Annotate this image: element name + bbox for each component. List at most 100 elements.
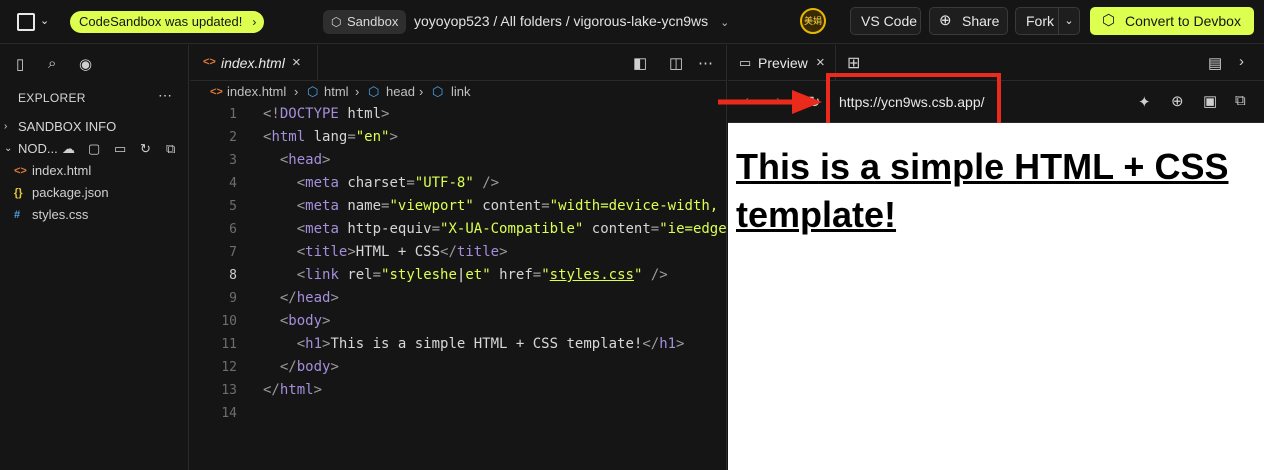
open-external-icon[interactable]: ⧉ — [1235, 92, 1246, 109]
code-text: <!DOCTYPE html> — [263, 106, 390, 122]
refresh-icon[interactable]: ↻ — [140, 138, 151, 160]
annotation-arrow-icon — [718, 90, 822, 114]
code-line: 5 <meta name="viewport" content="width=d… — [190, 195, 727, 218]
node-section[interactable]: ⌄ NOD... ☁ ▢ ▭ ↻ ⧉ — [0, 138, 189, 160]
project-breadcrumb[interactable]: yoyoyop523 / All folders / vigorous-lake… — [414, 13, 729, 29]
code-line: 10 <body> — [190, 310, 727, 333]
fork-button-label: Fork — [1026, 13, 1054, 29]
more-options-icon[interactable]: ⋯ — [698, 54, 713, 72]
avatar-text: 美娟 — [803, 16, 822, 26]
chevron-down-icon[interactable]: ⌄ — [40, 14, 49, 27]
new-folder-icon[interactable]: ▭ — [114, 138, 126, 160]
code-line: 3 <head> — [190, 149, 727, 172]
tab-label: index.html — [221, 55, 285, 71]
file-item-styles-css[interactable]: # styles.css — [0, 204, 189, 226]
sparkle-icon[interactable]: ✦ — [1138, 93, 1151, 111]
chevron-right-icon: › — [252, 15, 257, 29]
code-text: <meta charset="UTF-8" /> — [296, 175, 500, 191]
fork-dropdown-button[interactable]: ⌄ — [1058, 7, 1080, 35]
line-number: 2 — [229, 130, 237, 145]
editor-tab-bar: <> index.html × ◧ ◫ ⋯ — [190, 45, 727, 81]
line-number: 6 — [229, 222, 237, 237]
line-number: 10 — [221, 314, 237, 329]
cube-icon: ⬡ — [331, 15, 342, 29]
split-editor-icon[interactable]: ◫ — [669, 54, 683, 72]
html-file-icon: <> — [210, 86, 223, 98]
code-text: </body> — [279, 359, 339, 375]
element-icon: ⬡ — [432, 84, 444, 99]
line-number: 9 — [229, 291, 237, 306]
chevron-right-icon[interactable]: › — [1239, 53, 1244, 70]
json-file-icon: {} — [14, 187, 23, 199]
collapse-all-icon[interactable]: ⧉ — [166, 138, 175, 160]
code-text: <meta name="viewport" content="width=dev… — [296, 198, 727, 214]
code-editor: <> index.html × ◧ ◫ ⋯ <> index.html › ⬡ … — [190, 45, 727, 470]
crosshair-icon[interactable]: ⊕ — [1171, 92, 1184, 110]
fork-button[interactable]: Fork — [1015, 7, 1059, 35]
chevron-right-icon: › — [4, 121, 8, 132]
avatar[interactable]: 美娟 — [800, 8, 826, 34]
code-text: <html lang="en"> — [263, 129, 398, 145]
convert-to-devbox-button[interactable]: ⬡ Convert to Devbox — [1090, 7, 1254, 35]
element-icon: ⬡ — [368, 84, 380, 99]
breadcrumb-item[interactable]: link — [451, 81, 471, 103]
update-badge-label: CodeSandbox was updated! — [79, 14, 243, 29]
codesandbox-logo-icon[interactable] — [17, 13, 35, 31]
window-icon: ▭ — [739, 55, 752, 70]
sandbox-info-section[interactable]: › SANDBOX INFO — [0, 116, 189, 138]
chevron-right-icon: › — [294, 84, 299, 99]
file-icon[interactable]: ▯ — [16, 55, 24, 73]
close-icon[interactable]: × — [292, 54, 301, 71]
code-text: <body> — [279, 313, 331, 329]
add-tab-icon[interactable]: ⊞ — [847, 53, 860, 73]
line-number: 1 — [229, 107, 237, 122]
update-badge[interactable]: CodeSandbox was updated! › — [70, 11, 265, 33]
explorer-title: EXPLORER — [18, 91, 86, 105]
breadcrumb-item[interactable]: head — [386, 81, 415, 103]
layout-icon[interactable]: ▤ — [1208, 54, 1222, 72]
code-line: 8 <link rel="styleshe|et" href="styles.c… — [190, 264, 727, 287]
code-line: 1 <!DOCTYPE html> — [190, 103, 727, 126]
tab-label: Preview — [758, 55, 808, 71]
breadcrumb-item[interactable]: index.html — [227, 81, 286, 103]
globe-icon: ⊕ — [939, 12, 952, 29]
line-number: 8 — [229, 268, 237, 283]
top-bar: ⌄ CodeSandbox was updated! › ⬡ Sandbox yoy… — [0, 0, 1264, 44]
vscode-button[interactable]: VS Code — [850, 7, 921, 35]
css-file-icon: # — [14, 209, 21, 221]
line-number: 4 — [229, 176, 237, 191]
line-number: 14 — [221, 406, 237, 421]
code-line: 11 <h1>This is a simple HTML + CSS templ… — [190, 333, 727, 356]
breadcrumb-item[interactable]: html — [324, 81, 349, 103]
url-highlight-box — [826, 73, 1001, 129]
toggle-preview-icon[interactable]: ◧ — [633, 54, 647, 72]
share-button[interactable]: ⊕ Share — [929, 7, 1008, 35]
share-button-label: Share — [962, 13, 1000, 29]
convert-button-label: Convert to Devbox — [1125, 13, 1241, 29]
close-icon[interactable]: × — [816, 54, 825, 71]
more-options-icon[interactable]: ⋯ — [158, 87, 172, 104]
line-number: 11 — [221, 337, 237, 352]
new-file-icon[interactable]: ▢ — [88, 138, 100, 160]
code-line: 9 </head> — [190, 287, 727, 310]
line-number: 3 — [229, 153, 237, 168]
preview-heading: This is a simple HTML + CSS template! — [736, 146, 1229, 235]
file-item-index-html[interactable]: <> index.html — [0, 160, 189, 182]
file-item-package-json[interactable]: {} package.json — [0, 182, 189, 204]
vscode-button-label: VS Code — [861, 13, 918, 29]
line-number: 13 — [221, 383, 237, 398]
html-file-icon: <> — [14, 165, 27, 177]
code-text: </head> — [279, 290, 339, 306]
github-icon[interactable]: ◉ — [79, 55, 92, 73]
search-icon[interactable]: ⌕ — [48, 55, 56, 72]
sidebar: ▯ ⌕ ◉ EXPLORER ⋯ › SANDBOX INFO ⌄ NOD...… — [0, 45, 189, 470]
line-number: 5 — [229, 199, 237, 214]
tab-index-html[interactable]: <> index.html × — [190, 45, 318, 81]
code-text: <h1>This is a simple HTML + CSS template… — [296, 336, 685, 352]
terminal-icon[interactable]: ▣ — [1203, 92, 1217, 110]
chevron-down-icon[interactable]: ⌄ — [720, 17, 729, 29]
code-line: 2 <html lang="en"> — [190, 126, 727, 149]
cloud-download-icon[interactable]: ☁ — [62, 138, 75, 160]
tab-preview[interactable]: ▭ Preview × — [728, 45, 836, 81]
file-name: index.html — [32, 163, 92, 178]
